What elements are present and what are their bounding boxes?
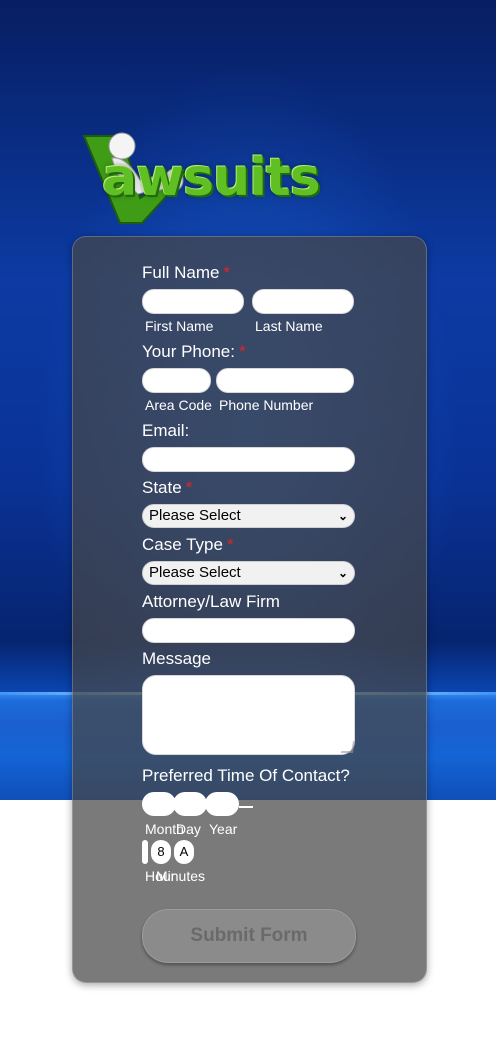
phone-number-caption: Phone Number xyxy=(219,397,314,413)
state-label: State * xyxy=(142,478,192,498)
attorney-input[interactable] xyxy=(142,618,355,643)
message-label: Message xyxy=(142,649,211,668)
contact-time-label: Preferred Time Of Contact? xyxy=(142,766,350,785)
required-mark: * xyxy=(238,342,246,361)
area-code-input[interactable] xyxy=(142,368,211,393)
phone-label-text: Your Phone: xyxy=(142,342,235,361)
email-label: Email: xyxy=(142,421,190,440)
case-type-select-value: Please Select xyxy=(149,564,241,581)
state-select-value: Please Select xyxy=(149,507,241,524)
last-name-caption: Last Name xyxy=(255,318,323,334)
phone-label: Your Phone: * xyxy=(142,342,246,362)
time-picker-button[interactable] xyxy=(142,840,148,864)
day-caption: Day xyxy=(176,821,201,837)
month-input[interactable] xyxy=(142,792,176,816)
state-label-text: State xyxy=(142,478,182,497)
day-input[interactable] xyxy=(173,792,207,816)
date-separator xyxy=(239,806,253,808)
attorney-label: Attorney/Law Firm xyxy=(142,592,280,611)
chevron-down-icon: ⌄ xyxy=(337,509,348,523)
state-select[interactable]: Please Select ⌄ xyxy=(142,504,355,528)
required-mark: * xyxy=(226,535,234,554)
area-code-caption: Area Code xyxy=(145,397,212,413)
full-name-label-text: Full Name xyxy=(142,263,220,282)
logo-wordmark: awsuits xyxy=(102,148,321,208)
year-input[interactable] xyxy=(205,792,239,816)
first-name-caption: First Name xyxy=(145,318,214,334)
required-mark: * xyxy=(185,478,193,497)
hour-select[interactable]: 8 xyxy=(151,840,171,864)
chevron-down-icon: ⌄ xyxy=(337,566,348,580)
first-name-input[interactable] xyxy=(142,289,244,314)
message-textarea[interactable] xyxy=(142,675,355,755)
ampm-select[interactable]: A xyxy=(174,840,194,864)
textarea-resize-handle[interactable] xyxy=(340,741,356,753)
minutes-caption: Minutes xyxy=(156,868,206,884)
year-caption: Year xyxy=(209,821,238,837)
case-type-label-text: Case Type xyxy=(142,535,223,554)
email-input[interactable] xyxy=(142,447,355,472)
last-name-input[interactable] xyxy=(252,289,354,314)
phone-number-input[interactable] xyxy=(216,368,354,393)
case-type-label: Case Type * xyxy=(142,535,234,555)
required-mark: * xyxy=(223,263,231,282)
case-type-select[interactable]: Please Select ⌄ xyxy=(142,561,355,585)
full-name-label: Full Name * xyxy=(142,263,230,283)
submit-button[interactable]: Submit Form xyxy=(142,909,356,963)
